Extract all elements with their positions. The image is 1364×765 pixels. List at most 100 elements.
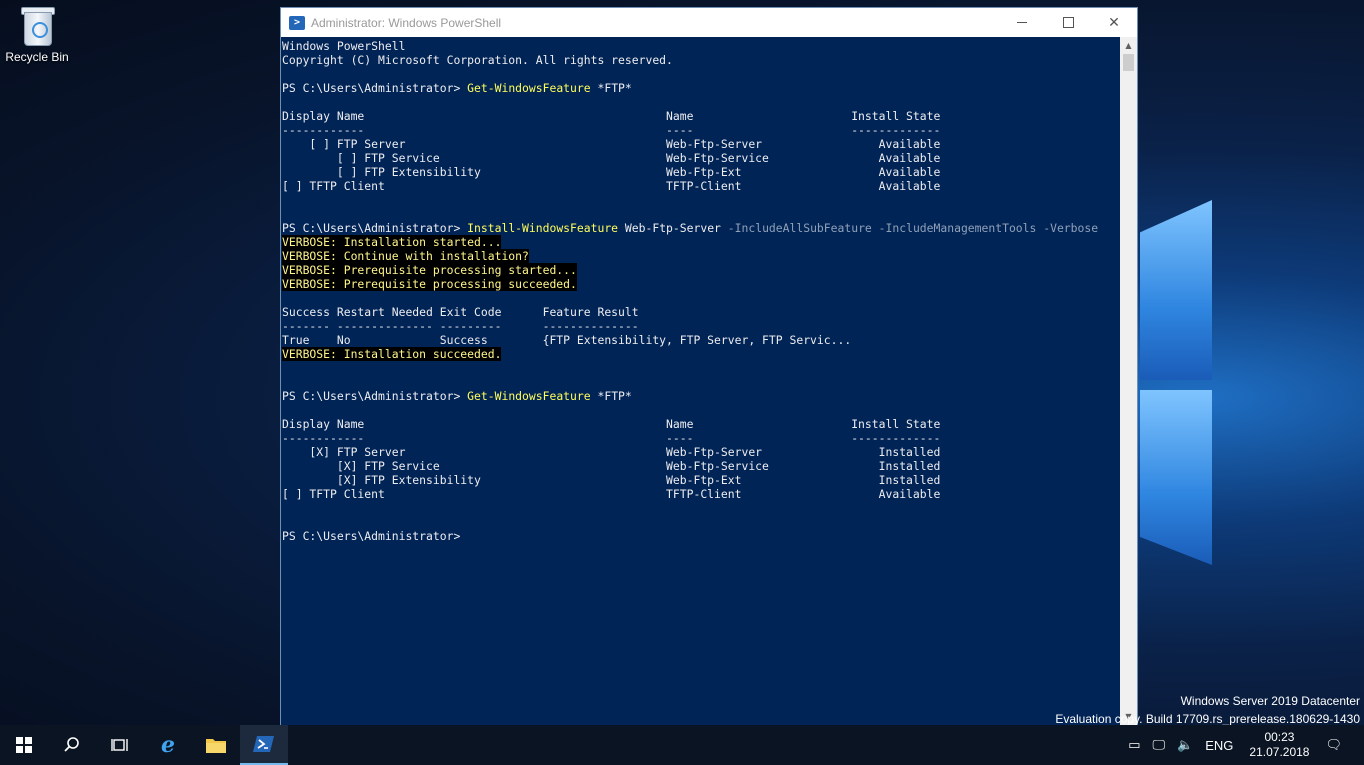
console-text: [X] FTP Extensibility Web-Ftp-Ext Instal… xyxy=(282,473,941,487)
console-output[interactable]: Windows PowerShell Copyright (C) Microsof… xyxy=(281,37,1120,725)
console-text: Web-Ftp-Server xyxy=(618,221,728,235)
console-line: VERBOSE: Installation started... xyxy=(282,235,1120,249)
console-line: [ ] FTP Extensibility Web-Ftp-Ext Availa… xyxy=(282,165,1120,179)
console-line: [X] FTP Service Web-Ftp-Service Installe… xyxy=(282,459,1120,473)
console-line: [X] FTP Server Web-Ftp-Server Installed xyxy=(282,445,1120,459)
folder-icon xyxy=(206,739,226,753)
close-button[interactable]: ✕ xyxy=(1091,8,1137,37)
console-line: [ ] TFTP Client TFTP-Client Available xyxy=(282,487,1120,501)
task-view-button[interactable] xyxy=(96,725,144,765)
console-line: [ ] TFTP Client TFTP-Client Available xyxy=(282,179,1120,193)
console-line: Success Restart Needed Exit Code Feature… xyxy=(282,305,1120,319)
maximize-button[interactable] xyxy=(1045,8,1091,37)
console-text: Windows PowerShell xyxy=(282,39,406,53)
recycle-bin-icon xyxy=(20,6,55,46)
console-text: PS C:\Users\Administrator> xyxy=(282,529,461,543)
system-tray: ▭ 🖵 🔈 ENG 00:23 21.07.2018 🗨 xyxy=(1122,725,1364,765)
console-text: VERBOSE: Installation started... xyxy=(282,235,502,249)
clock-date: 21.07.2018 xyxy=(1249,745,1310,759)
console-text: [ ] TFTP Client TFTP-Client Available xyxy=(282,179,941,193)
taskbar: e ▭ 🖵 🔈 ENG 00:23 21.07.2018 🗨 xyxy=(0,725,1364,765)
console-text: [ ] FTP Extensibility Web-Ftp-Ext Availa… xyxy=(282,165,941,179)
console-line: VERBOSE: Installation succeeded. xyxy=(282,347,1120,361)
console-line: VERBOSE: Continue with installation? xyxy=(282,249,1120,263)
scroll-thumb[interactable] xyxy=(1123,54,1134,71)
desktop-logo-pane xyxy=(1140,390,1212,565)
console-text: [ ] TFTP Client TFTP-Client Available xyxy=(282,487,941,501)
task-view-icon xyxy=(111,739,128,751)
console-line: ------------ ---- ------------- xyxy=(282,123,1120,137)
desktop-logo-pane xyxy=(1140,200,1212,380)
console-line: ------- -------------- --------- -------… xyxy=(282,319,1120,333)
clock[interactable]: 00:23 21.07.2018 xyxy=(1249,730,1309,760)
start-button[interactable] xyxy=(0,725,48,765)
language-indicator[interactable]: ENG xyxy=(1205,738,1233,753)
scroll-up-arrow-icon[interactable]: ▲ xyxy=(1120,37,1137,54)
search-icon xyxy=(64,737,79,752)
maximize-icon xyxy=(1062,17,1074,28)
battery-icon[interactable]: ▭ xyxy=(1128,737,1140,753)
console-text: Get-WindowsFeature xyxy=(467,389,591,403)
powershell-icon xyxy=(253,736,274,752)
console-text: Get-WindowsFeature xyxy=(467,81,591,95)
minimize-button[interactable] xyxy=(999,8,1045,37)
console-line: PS C:\Users\Administrator> Install-Windo… xyxy=(282,221,1120,235)
console-line: Copyright (C) Microsoft Corporation. All… xyxy=(282,53,1120,67)
powershell-taskbar-button[interactable] xyxy=(240,725,288,765)
console-text: *FTP* xyxy=(590,389,632,403)
console-text: Install-WindowsFeature xyxy=(467,221,619,235)
console-line: [X] FTP Extensibility Web-Ftp-Ext Instal… xyxy=(282,473,1120,487)
console-text: [X] FTP Server Web-Ftp-Server Installed xyxy=(282,445,941,459)
console-text: [ ] FTP Server Web-Ftp-Server Available xyxy=(282,137,941,151)
recycle-bin[interactable]: Recycle Bin xyxy=(4,6,70,64)
console-text: -IncludeAllSubFeature -IncludeManagement… xyxy=(727,221,1099,235)
clock-time: 00:23 xyxy=(1264,730,1295,744)
window-title: Administrator: Windows PowerShell xyxy=(311,15,502,30)
console-line: [ ] FTP Service Web-Ftp-Service Availabl… xyxy=(282,151,1120,165)
watermark-build: Evaluation copy. Build 17709.rs_prerelea… xyxy=(1055,712,1360,726)
console-text: *FTP* xyxy=(590,81,632,95)
console-line: Display Name Name Install State xyxy=(282,417,1120,431)
console-text: [ ] FTP Service Web-Ftp-Service Availabl… xyxy=(282,151,941,165)
watermark-edition: Windows Server 2019 Datacenter xyxy=(1180,694,1360,708)
window-titlebar[interactable]: > Administrator: Windows PowerShell ✕ xyxy=(281,8,1137,37)
console-text: ------------ ---- ------------- xyxy=(282,123,941,137)
internet-explorer-icon: e xyxy=(161,732,175,758)
console-text: PS C:\Users\Administrator> xyxy=(282,221,468,235)
powershell-icon: > xyxy=(289,15,305,30)
console-text: VERBOSE: Continue with installation? xyxy=(282,249,529,263)
console-text: Success Restart Needed Exit Code Feature… xyxy=(282,305,639,319)
console-line: ------------ ---- ------------- xyxy=(282,431,1120,445)
console-line: Windows PowerShell xyxy=(282,39,1120,53)
console-text: Display Name Name Install State xyxy=(282,109,941,123)
console-line: PS C:\Users\Administrator> Get-WindowsFe… xyxy=(282,389,1120,403)
console-text: VERBOSE: Prerequisite processing succeed… xyxy=(282,277,577,291)
console-text: Copyright (C) Microsoft Corporation. All… xyxy=(282,53,673,67)
console-text: VERBOSE: Installation succeeded. xyxy=(282,347,502,361)
file-explorer-button[interactable] xyxy=(192,725,240,765)
search-button[interactable] xyxy=(48,725,96,765)
volume-muted-icon[interactable]: 🔈 xyxy=(1177,737,1193,753)
internet-explorer-button[interactable]: e xyxy=(144,725,192,765)
console-line: True No Success {FTP Extensibility, FTP … xyxy=(282,333,1120,347)
network-icon[interactable]: 🖵 xyxy=(1153,737,1166,753)
console-line: VERBOSE: Prerequisite processing succeed… xyxy=(282,277,1120,291)
notification-center-icon[interactable]: 🗨 xyxy=(1325,737,1342,753)
vertical-scrollbar[interactable]: ▲ ▼ xyxy=(1120,37,1137,725)
console-text: True No Success {FTP Extensibility, FTP … xyxy=(282,333,852,347)
recycle-bin-label: Recycle Bin xyxy=(5,50,69,64)
close-icon: ✕ xyxy=(1108,14,1120,30)
console-line: PS C:\Users\Administrator> xyxy=(282,529,1120,543)
console-text: ------------ ---- ------------- xyxy=(282,431,941,445)
console-text: [X] FTP Service Web-Ftp-Service Installe… xyxy=(282,459,941,473)
powershell-window[interactable]: > Administrator: Windows PowerShell ✕ Wi… xyxy=(280,7,1138,726)
